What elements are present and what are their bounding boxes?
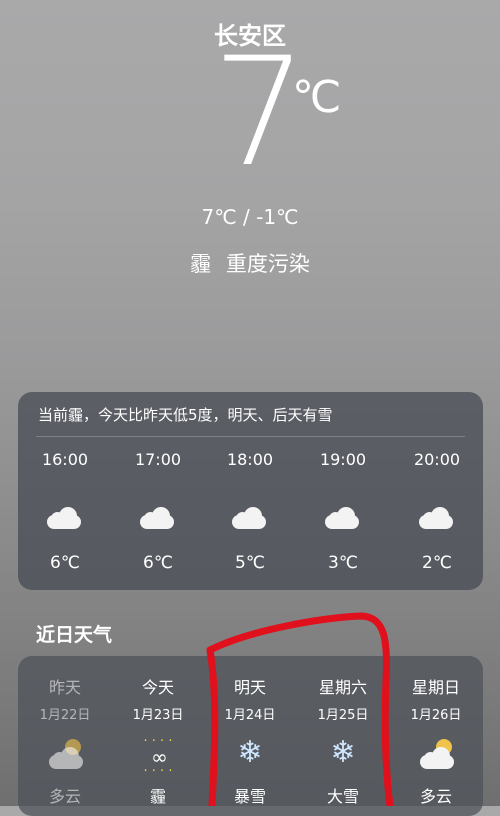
day-date: 1月22日: [39, 708, 91, 723]
day-name: 今天: [141, 678, 174, 697]
haze-icon: · · · · ∞ · · · ·: [143, 734, 173, 779]
hour-item: 16:00 6℃: [30, 450, 100, 573]
hour-time: 18:00: [226, 450, 274, 469]
hour-item: 20:00 2℃: [402, 450, 472, 573]
hour-item: 17:00 6℃: [123, 450, 193, 573]
temp-range: 7℃ / -1℃: [201, 205, 299, 229]
cloudy-icon: [419, 507, 455, 535]
day-item[interactable]: 星期日 1月26日 多云: [396, 674, 476, 807]
hourly-forecast-card[interactable]: 当前霾，今天比昨天低5度，明天、后天有雪 16:00 6℃ 17:00 6℃ 1…: [18, 392, 483, 590]
divider: [36, 436, 465, 437]
snow-icon: ❄: [237, 735, 263, 770]
hour-temp: 6℃: [143, 553, 173, 573]
partly-cloudy-icon: [416, 737, 456, 769]
hour-time: 20:00: [413, 450, 461, 469]
day-name: 昨天: [48, 678, 81, 697]
day-date: 1月23日: [132, 708, 184, 723]
day-date: 1月25日: [317, 708, 369, 723]
day-desc: 霾: [149, 787, 166, 806]
current-weather-text: 霾: [190, 252, 212, 276]
day-item[interactable]: 昨天 1月22日 多云: [25, 674, 105, 807]
day-desc: 暴雪: [233, 787, 266, 806]
current-temp-unit: ℃: [292, 72, 342, 123]
cloudy-icon: [47, 507, 83, 535]
hour-temp: 2℃: [422, 553, 452, 573]
daily-forecast-card[interactable]: 昨天 1月22日 多云 今天 1月23日 · · · · ∞ · · · · 霾…: [18, 656, 483, 816]
daily-section-title: 近日天气: [36, 624, 113, 646]
hour-temp: 6℃: [50, 553, 80, 573]
current-temperature: 7 ℃: [0, 38, 500, 203]
partly-cloudy-icon: [45, 737, 85, 769]
day-item[interactable]: 明天 1月24日 ❄ 暴雪: [210, 674, 290, 807]
day-desc: 大雪: [326, 787, 359, 806]
pollution-level: 重度污染: [225, 252, 310, 276]
day-name: 明天: [233, 678, 266, 697]
day-date: 1月26日: [410, 708, 462, 723]
day-desc: 多云: [419, 787, 452, 806]
day-item[interactable]: 星期六 1月25日 ❄ 大雪: [303, 674, 383, 807]
hour-temp: 5℃: [235, 553, 265, 573]
hour-time: 19:00: [319, 450, 367, 469]
day-desc: 多云: [48, 787, 81, 806]
cloudy-icon: [140, 507, 176, 535]
cloudy-icon: [325, 507, 361, 535]
day-name: 星期六: [318, 678, 367, 697]
hour-item: 19:00 3℃: [308, 450, 378, 573]
cloudy-icon: [232, 507, 268, 535]
day-item[interactable]: 今天 1月23日 · · · · ∞ · · · · 霾: [118, 674, 198, 807]
hour-temp: 3℃: [328, 553, 358, 573]
snow-icon: ❄: [330, 735, 356, 770]
day-date: 1月24日: [224, 708, 276, 723]
day-name: 星期日: [411, 678, 460, 697]
air-quality[interactable]: 霾 重度污染: [0, 248, 500, 278]
hour-item: 18:00 5℃: [215, 450, 285, 573]
hour-time: 17:00: [134, 450, 182, 469]
weather-summary: 当前霾，今天比昨天低5度，明天、后天有雪: [38, 406, 333, 424]
hour-time: 16:00: [41, 450, 89, 469]
